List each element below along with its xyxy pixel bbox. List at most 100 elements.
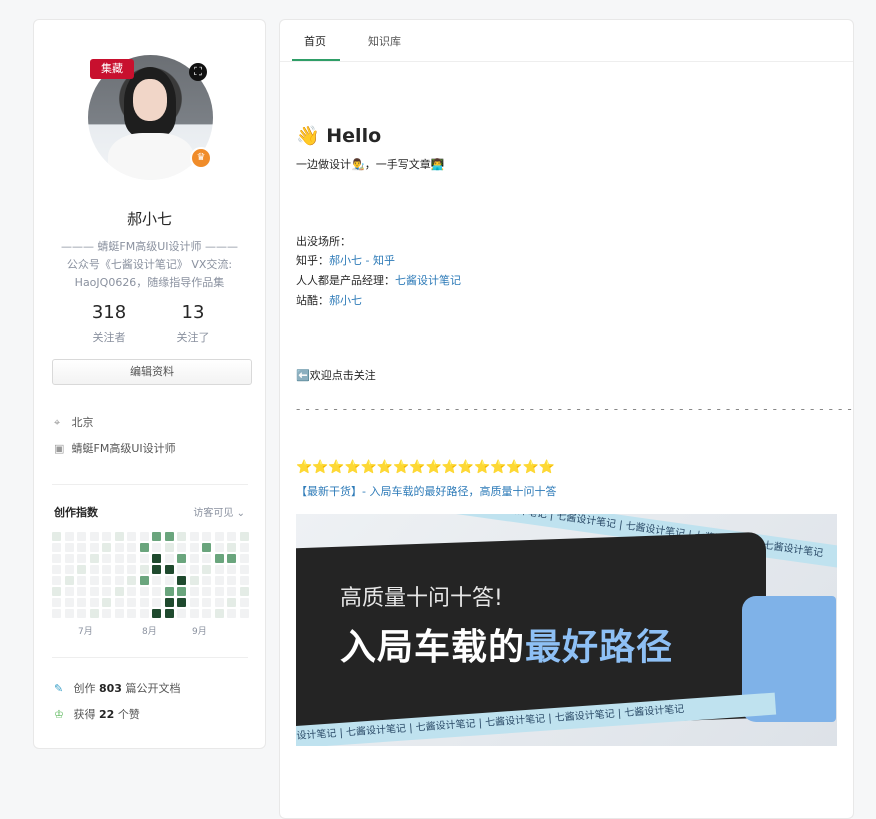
heatmap-cell (114, 543, 124, 552)
zhihu-link[interactable]: 郝小七 - 知乎 (329, 254, 395, 267)
heatmap-cell (202, 576, 211, 585)
likes-row: ♔ 获得 22 个赞 (54, 706, 140, 722)
creation-index-title: 创作指数 (54, 506, 98, 519)
heatmap-cell (152, 532, 161, 541)
heatmap-cell (114, 532, 124, 541)
heatmap-cell (164, 543, 174, 552)
heatmap-cell (202, 587, 211, 596)
heatmap-cell (239, 576, 249, 585)
heatmap-cell (89, 543, 99, 552)
banner-line2-b: 最好路径 (525, 627, 674, 668)
banner-line1: 高质量十问十答! (340, 586, 503, 611)
heatmap-cell (152, 543, 161, 552)
likes-suffix: 个赞 (117, 708, 140, 721)
heatmap-cell (177, 609, 186, 618)
heatmap-cell (127, 532, 136, 541)
heatmap-cell (52, 565, 61, 574)
heatmap-cell (77, 576, 86, 585)
profile-bio: ——— 蜻蜓FM高级UI设计师 ——— 公众号《七酱设计笔记》 VX交流: Ha… (50, 238, 249, 292)
zhihu-row: 知乎：郝小七 - 知乎 (296, 252, 395, 268)
heatmap-cell (64, 576, 74, 585)
heatmap-cell (202, 598, 211, 607)
heatmap-cell (239, 598, 249, 607)
heatmap-cell (227, 609, 236, 618)
pm-row: 人人都是产品经理：七酱设计笔记 (296, 272, 461, 288)
edit-doc-icon: ✎ (54, 682, 64, 695)
scan-icon[interactable]: ⛶ (189, 63, 207, 81)
heatmap-cell (52, 543, 61, 552)
trophy-icon: ♔ (54, 708, 64, 721)
heatmap-cell (89, 609, 99, 618)
heatmap-cell (214, 609, 224, 618)
divider (52, 484, 248, 485)
heatmap-cell (102, 532, 111, 541)
location-row: ⌖ 北京 (54, 414, 94, 430)
heatmap-cell (114, 565, 124, 574)
heatmap-cell (214, 543, 224, 552)
zcool-link[interactable]: 郝小七 (329, 294, 362, 307)
following-stat[interactable]: 13 关注了 (153, 302, 233, 345)
heatmap-cell (102, 576, 111, 585)
article-banner-image[interactable]: 七酱设计笔记 | 七酱设计笔记 | 七酱设计笔记 | 七酱设计笔记 | 七酱设计… (296, 514, 837, 746)
chevron-down-icon: ⌄ (236, 508, 245, 519)
profile-name: 郝小七 (126, 210, 172, 228)
heatmap-cell (239, 609, 249, 618)
heatmap-cell (89, 565, 99, 574)
followers-count: 318 (91, 302, 127, 323)
heatmap-cell (77, 543, 86, 552)
heatmap-cell (164, 576, 174, 585)
heatmap-cell (139, 532, 149, 541)
heatmap-cell (127, 565, 136, 574)
heatmap-cell (102, 565, 111, 574)
hello-heading: 👋 Hello (296, 125, 382, 147)
briefcase-icon: ▣ (54, 442, 65, 455)
heatmap-cell (64, 587, 74, 596)
pm-label: 人人都是产品经理： (296, 274, 395, 287)
heatmap-cell (77, 587, 86, 596)
heatmap-cell (89, 532, 99, 541)
heatmap-cell (139, 576, 149, 585)
heatmap-cell (202, 565, 211, 574)
heatmap-cell (89, 554, 99, 563)
heatmap-cell (227, 565, 236, 574)
heatmap-cell (202, 532, 211, 541)
pm-link[interactable]: 七酱设计笔记 (395, 274, 461, 287)
visibility-label: 访客可见 (193, 508, 234, 519)
followers-stat[interactable]: 318 关注者 (69, 302, 149, 345)
month-label: 9月 (192, 627, 207, 637)
edit-profile-button[interactable]: 编辑资料 (52, 359, 252, 385)
heatmap-cell (189, 598, 199, 607)
heatmap-cell (89, 598, 99, 607)
likes-prefix: 获得 (73, 708, 96, 721)
bio-line: ——— 蜻蜓FM高级UI设计师 ——— (60, 240, 239, 253)
tab-home[interactable]: 首页 (304, 33, 326, 49)
heatmap-cell (102, 587, 111, 596)
heatmap-cell (189, 609, 199, 618)
heatmap-cell (102, 598, 111, 607)
heatmap-cell (239, 554, 249, 563)
month-label: 7月 (78, 627, 93, 637)
latest-article-link[interactable]: 【最新干货】- 入局车载的最好路径，高质量十问十答 (296, 483, 556, 499)
heatmap-cell (114, 576, 124, 585)
heatmap-cell (177, 532, 186, 541)
welcome-text: ⬅️欢迎点击关注 (296, 369, 376, 382)
heatmap-cell (52, 609, 61, 618)
tab-knowledge-base[interactable]: 知识库 (368, 33, 401, 49)
zcool-row: 站酷：郝小七 (296, 292, 362, 308)
heatmap-cell (52, 576, 61, 585)
heatmap-cell (177, 554, 186, 563)
avatar-shirt (108, 133, 194, 180)
heatmap-cell (177, 598, 186, 607)
heatmap-cell (52, 587, 61, 596)
heatmap-cell (77, 554, 86, 563)
heatmap-cell (152, 565, 161, 574)
heatmap-cell (214, 532, 224, 541)
heatmap-cell (127, 609, 136, 618)
heatmap-cell (214, 587, 224, 596)
creation-heatmap (52, 532, 252, 618)
visibility-dropdown[interactable]: 访客可见 ⌄ (193, 504, 245, 519)
heatmap-cell (239, 565, 249, 574)
heatmap-cell (152, 609, 161, 618)
heatmap-cell (102, 609, 111, 618)
heatmap-cell (227, 598, 236, 607)
